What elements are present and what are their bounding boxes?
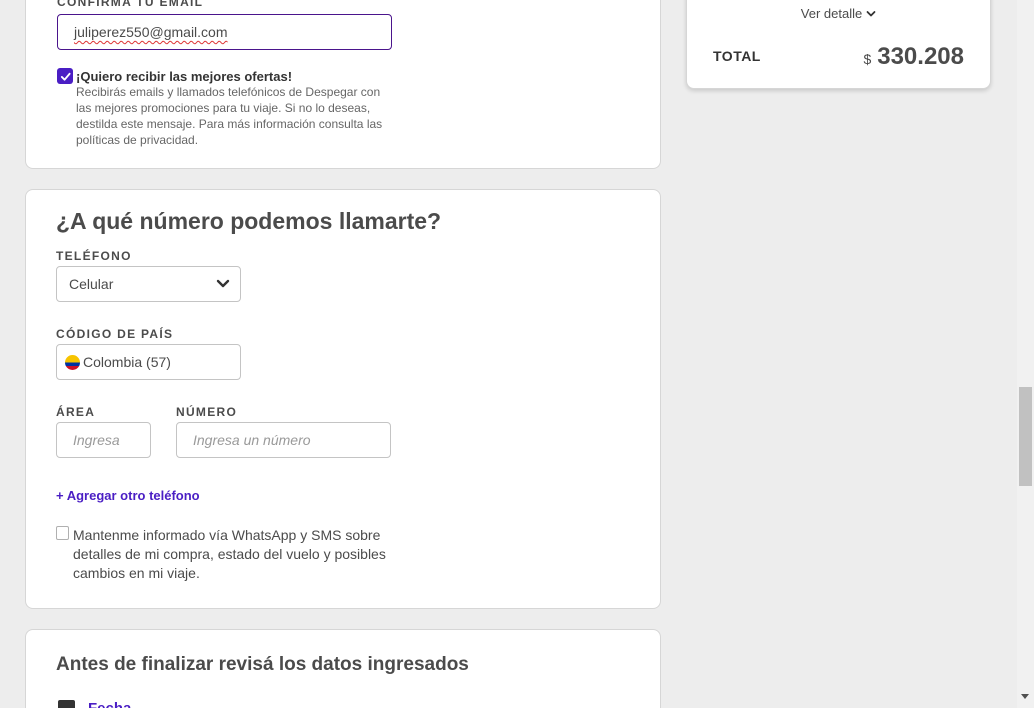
price-summary-card: Ver detalle TOTAL $ 330.208 xyxy=(686,0,991,89)
offers-title: ¡Quiero recibir las mejores ofertas! xyxy=(76,69,293,84)
phone-type-select[interactable]: Celular xyxy=(56,266,241,302)
confirm-email-label: CONFIRMA TU EMAIL xyxy=(57,0,204,9)
number-input[interactable]: Ingresa un número xyxy=(176,422,391,458)
scrollbar-thumb[interactable] xyxy=(1019,387,1032,486)
review-card: Antes de finalizar revisá los datos ingr… xyxy=(25,629,661,708)
area-placeholder: Ingresa xyxy=(73,432,120,448)
confirm-email-input[interactable]: juliperez550@gmail.com xyxy=(57,14,392,50)
offers-checkbox[interactable] xyxy=(57,68,73,84)
email-value: juliperez550@gmail.com xyxy=(74,24,228,40)
phone-card: ¿A qué número podemos llamarte? TELÉFONO… xyxy=(25,189,661,609)
country-code-value: Colombia (57) xyxy=(83,354,171,370)
area-input[interactable]: Ingresa xyxy=(56,422,151,458)
phone-section-title: ¿A qué número podemos llamarte? xyxy=(56,208,442,234)
chevron-down-icon xyxy=(866,10,876,16)
area-label: ÁREA xyxy=(56,405,96,419)
page-scrollbar[interactable] xyxy=(1017,0,1034,708)
email-card: CONFIRMA TU EMAIL juliperez550@gmail.com… xyxy=(25,0,661,169)
checkmark-icon xyxy=(60,72,71,81)
add-phone-link[interactable]: + Agregar otro teléfono xyxy=(56,488,200,503)
colombia-flag-icon xyxy=(65,354,80,370)
whatsapp-checkbox[interactable] xyxy=(56,526,69,540)
offers-description: Recibirás emails y llamados telefónicos … xyxy=(76,85,383,147)
country-code-label: CÓDIGO DE PAÍS xyxy=(56,327,174,341)
country-code-select[interactable]: Colombia (57) xyxy=(56,344,241,380)
scroll-down-arrow-icon[interactable] xyxy=(1021,694,1029,699)
phone-type-value: Celular xyxy=(69,276,114,292)
total-price: $ 330.208 xyxy=(863,43,964,71)
review-title: Antes de finalizar revisá los datos ingr… xyxy=(56,654,469,675)
chevron-down-icon xyxy=(216,279,230,288)
whatsapp-label: Mantenme informado vía WhatsApp y SMS so… xyxy=(73,527,386,581)
view-detail-link[interactable]: Ver detalle xyxy=(687,6,990,21)
total-amount: 330.208 xyxy=(877,43,964,70)
number-label: NÚMERO xyxy=(176,405,238,419)
view-detail-label: Ver detalle xyxy=(800,6,863,21)
calendar-icon xyxy=(58,700,75,708)
currency-symbol: $ xyxy=(863,51,872,67)
review-item-date[interactable]: Fecha xyxy=(88,700,131,708)
total-label: TOTAL xyxy=(713,48,761,64)
number-placeholder: Ingresa un número xyxy=(193,432,311,448)
phone-type-label: TELÉFONO xyxy=(56,249,132,263)
